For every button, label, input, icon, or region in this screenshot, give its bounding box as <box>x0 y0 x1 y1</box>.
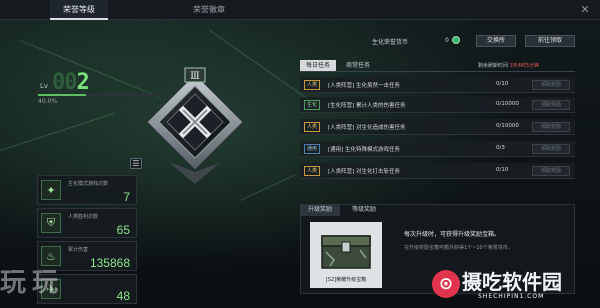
tab-upgrade-reward[interactable]: 升级奖励 <box>300 204 340 216</box>
task-tag: 生化 <box>304 100 321 110</box>
task-description: [人类阵营] 对生化造成伤害任务 <box>328 125 406 131</box>
task-progress: 0/10000 <box>496 123 519 129</box>
stat-value: 48 <box>116 289 130 303</box>
task-description: [生化阵营] 累计人类的伤害任务 <box>328 103 406 109</box>
level-progress-text: 40.0% <box>38 98 58 105</box>
task-progress: 0/10 <box>496 167 509 173</box>
task-row: 人类 [人类阵营] 生化虽然一击任务 0/10 领取奖励 <box>300 77 575 93</box>
watermark-left: 玩玩 <box>0 268 65 298</box>
honor-emblem-icon: Ⅲ <box>135 66 255 186</box>
treasure-chest-icon <box>321 235 371 269</box>
task-claim-button[interactable]: 领取奖励 <box>532 144 570 154</box>
level-progress-fill <box>38 94 86 96</box>
watermark-right: ⊙ 摄吃软件园 SHECHIPIN1.COM <box>430 266 600 306</box>
divider <box>300 71 575 72</box>
level-prefix: Lv <box>40 82 49 90</box>
stat-label: 累计伤害 <box>68 247 89 253</box>
task-claim-button[interactable]: 领取奖励 <box>532 100 570 110</box>
currency-count: 0 <box>445 37 449 44</box>
tab-honor-badge[interactable]: 荣誉徽章 <box>180 0 238 20</box>
shield-icon: ⛨ <box>41 213 61 233</box>
refresh-time: 3天4时5分钟 <box>509 63 540 69</box>
top-tab-bar: 荣誉等级 荣誉徽章 ✕ <box>0 0 600 20</box>
claim-button[interactable]: 前往领取 <box>525 35 575 47</box>
stat-card: ⛨ 人类胜利次数 65 <box>37 208 137 238</box>
task-description: [人类阵营] 生化虽然一击任务 <box>328 83 401 89</box>
task-row: 人类 [人类阵营] 对生化造成伤害任务 0/10000 领取奖励 <box>300 119 575 135</box>
level-number-dim: 00 <box>52 70 77 95</box>
svg-text:Ⅲ: Ⅲ <box>190 71 200 82</box>
exchange-button[interactable]: 交换所 <box>476 35 516 47</box>
stat-value: 65 <box>116 223 130 237</box>
tab-honor-level[interactable]: 荣誉等级 <box>50 0 108 20</box>
reward-subnote: 在升级奖励宝箱可额外获得1个~10个荣誉货币。 <box>404 245 513 251</box>
task-tag: 人类 <box>304 122 321 132</box>
task-tag: 人类 <box>304 80 321 90</box>
level-number: 002 <box>52 70 90 95</box>
stat-value: 7 <box>123 190 130 204</box>
task-claim-button[interactable]: 领取奖励 <box>532 80 570 90</box>
crosshair-icon: ✦ <box>41 180 61 200</box>
tab-weekly-tasks[interactable]: 周常任务 <box>340 60 376 71</box>
level-number-current: 2 <box>76 70 90 95</box>
task-row: 人类 [人类阵营] 对生化打击斩任务 0/10 领取奖励 <box>300 163 575 179</box>
task-tag: 人类 <box>304 166 321 176</box>
task-tag: 通用 <box>304 144 321 154</box>
task-progress: 0/10000 <box>496 101 519 107</box>
currency-label: 生化荣誉货币 <box>372 39 409 46</box>
task-progress: 0/10 <box>496 81 509 87</box>
close-icon[interactable]: ✕ <box>578 3 592 17</box>
refresh-timer: 剩余刷新时间 3天4时5分钟 <box>478 62 539 69</box>
stat-value: 135868 <box>89 256 130 270</box>
tab-daily-tasks[interactable]: 每日任务 <box>300 60 336 71</box>
watermark-subtitle: SHECHIPIN1.COM <box>478 293 545 300</box>
brand-logo-icon: ⊙ <box>432 270 460 298</box>
tab-level-reward[interactable]: 等级奖励 <box>344 204 384 216</box>
task-claim-button[interactable]: 领取奖励 <box>532 122 570 132</box>
reward-note: 每次升级时，可获得升级奖励宝箱。 <box>404 231 501 238</box>
list-icon[interactable]: ☰ <box>130 158 142 169</box>
task-progress: 0/3 <box>496 145 505 151</box>
stat-label: 人类胜利次数 <box>68 214 99 220</box>
refresh-label: 剩余刷新时间 <box>478 63 509 69</box>
task-description: [人类阵营] 对生化打击斩任务 <box>328 169 401 175</box>
reward-item-name: [S2]荣耀升级宝箱 <box>325 277 367 283</box>
coin-icon <box>452 36 460 44</box>
stat-card: ✦ 生化模式游戏次数 7 <box>37 175 137 205</box>
task-description: [通用] 生化特殊模式游戏任务 <box>328 147 401 153</box>
task-claim-button[interactable]: 领取奖励 <box>532 166 570 176</box>
watermark-title: 摄吃软件园 <box>462 270 562 294</box>
task-row: 通用 [通用] 生化特殊模式游戏任务 0/3 领取奖励 <box>300 141 575 157</box>
stat-label: 生化模式游戏次数 <box>68 181 109 187</box>
task-row: 生化 [生化阵营] 累计人类的伤害任务 0/10000 领取奖励 <box>300 97 575 113</box>
